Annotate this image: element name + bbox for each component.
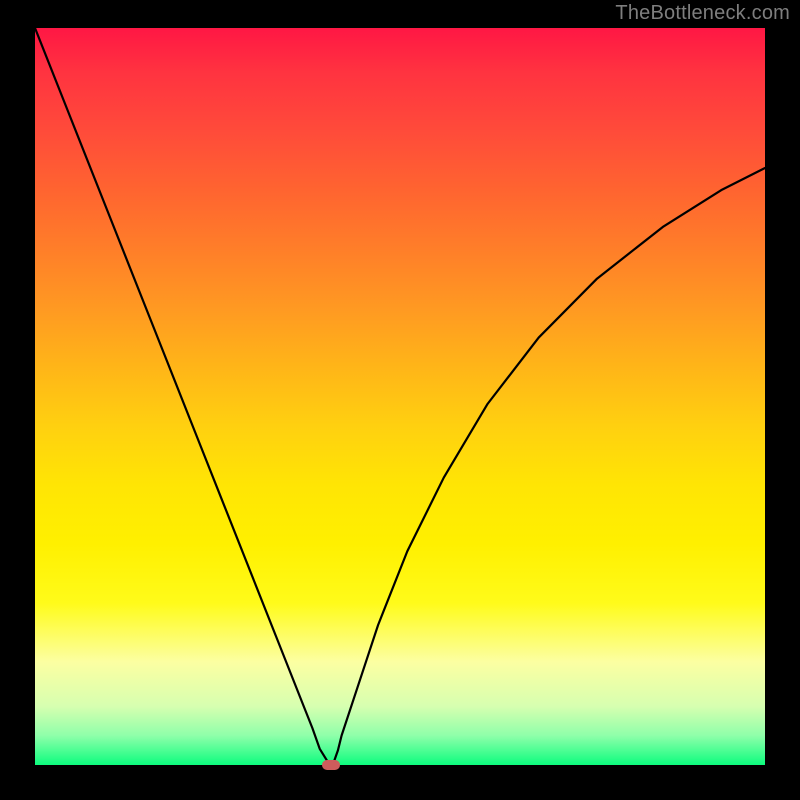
minimum-marker	[322, 760, 340, 770]
chart-frame: TheBottleneck.com	[0, 0, 800, 800]
bottleneck-curve	[35, 28, 765, 765]
curve-svg	[35, 28, 765, 765]
attribution-label: TheBottleneck.com	[615, 2, 790, 25]
plot-area	[35, 28, 765, 765]
